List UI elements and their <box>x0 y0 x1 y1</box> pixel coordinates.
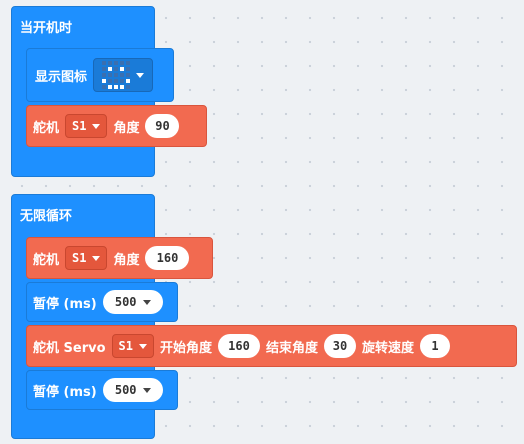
led-pixel <box>120 67 125 71</box>
servo-port-dropdown[interactable]: S1 <box>65 114 108 138</box>
pause-duration-value: 500 <box>114 383 137 397</box>
servo-port-value: S1 <box>72 119 87 133</box>
servo-port-value: S1 <box>118 339 133 353</box>
chevron-down-icon <box>138 343 147 349</box>
led-pixel <box>108 79 113 83</box>
speed-label: 旋转速度 <box>362 340 415 356</box>
led-pixel <box>102 73 107 77</box>
chevron-down-icon <box>142 299 151 305</box>
led-pixel <box>108 61 113 65</box>
led-pixel <box>120 79 125 83</box>
servo-sweep-label: 舵机 Servo <box>33 340 106 356</box>
show-icon-label: 显示图标 <box>35 69 88 85</box>
servo-port-dropdown[interactable]: S1 <box>111 334 154 358</box>
led-pixel <box>126 73 131 77</box>
led-pixel <box>102 67 107 71</box>
servo-angle-block[interactable]: 舵机 S1 角度 90 <box>26 105 207 147</box>
chevron-down-icon <box>92 123 101 129</box>
servo-sweep-block[interactable]: 舵机 Servo S1 开始角度 160 结束角度 30 旋转速度 1 <box>26 325 517 367</box>
speed-input[interactable]: 1 <box>420 334 451 358</box>
chevron-down-icon <box>142 387 151 393</box>
on-start-label: 当开机时 <box>20 21 73 36</box>
chevron-down-icon <box>92 255 101 261</box>
led-pixel <box>126 85 131 89</box>
led-pixel <box>102 61 107 65</box>
angle-label: 角度 <box>113 120 140 136</box>
pause-label: 暂停 (ms) <box>33 296 97 312</box>
led-pixel <box>126 79 131 83</box>
servo-port-dropdown[interactable]: S1 <box>65 246 108 270</box>
led-pixel <box>126 67 131 71</box>
smiley-icon <box>102 61 131 89</box>
led-pixel <box>102 85 107 89</box>
led-pixel <box>108 67 113 71</box>
show-icon-block[interactable]: 显示图标 <box>26 48 174 102</box>
servo-label: 舵机 <box>33 120 60 136</box>
forever-label: 无限循环 <box>20 209 73 224</box>
led-pixel <box>120 61 125 65</box>
led-pixel <box>114 61 119 65</box>
led-pixel <box>114 67 119 71</box>
led-pixel <box>114 73 119 77</box>
led-pixel <box>120 85 125 89</box>
pause-duration-dropdown[interactable]: 500 <box>102 378 163 402</box>
pause-duration-dropdown[interactable]: 500 <box>102 290 163 314</box>
servo-port-value: S1 <box>72 251 87 265</box>
pause-block-2[interactable]: 暂停 (ms) 500 <box>26 370 178 410</box>
end-angle-label: 结束角度 <box>266 340 319 356</box>
servo-angle-block-2[interactable]: 舵机 S1 角度 160 <box>26 237 213 279</box>
pause-label: 暂停 (ms) <box>33 384 97 400</box>
servo-label: 舵机 <box>33 252 60 268</box>
start-angle-input[interactable]: 160 <box>218 334 260 358</box>
pause-block-1[interactable]: 暂停 (ms) 500 <box>26 282 178 322</box>
pause-duration-value: 500 <box>114 295 137 309</box>
chevron-down-icon <box>136 72 145 78</box>
angle-input[interactable]: 90 <box>145 114 180 138</box>
angle-input[interactable]: 160 <box>145 246 190 270</box>
led-pixel <box>114 79 119 83</box>
led-pixel <box>114 85 119 89</box>
led-pixel <box>126 61 131 65</box>
start-angle-label: 开始角度 <box>159 340 212 356</box>
led-pixel <box>120 73 125 77</box>
led-pixel <box>102 79 107 83</box>
led-pixel <box>108 85 113 89</box>
icon-dropdown[interactable] <box>93 58 154 92</box>
angle-label: 角度 <box>113 252 140 268</box>
led-pixel <box>108 73 113 77</box>
end-angle-input[interactable]: 30 <box>324 334 357 358</box>
